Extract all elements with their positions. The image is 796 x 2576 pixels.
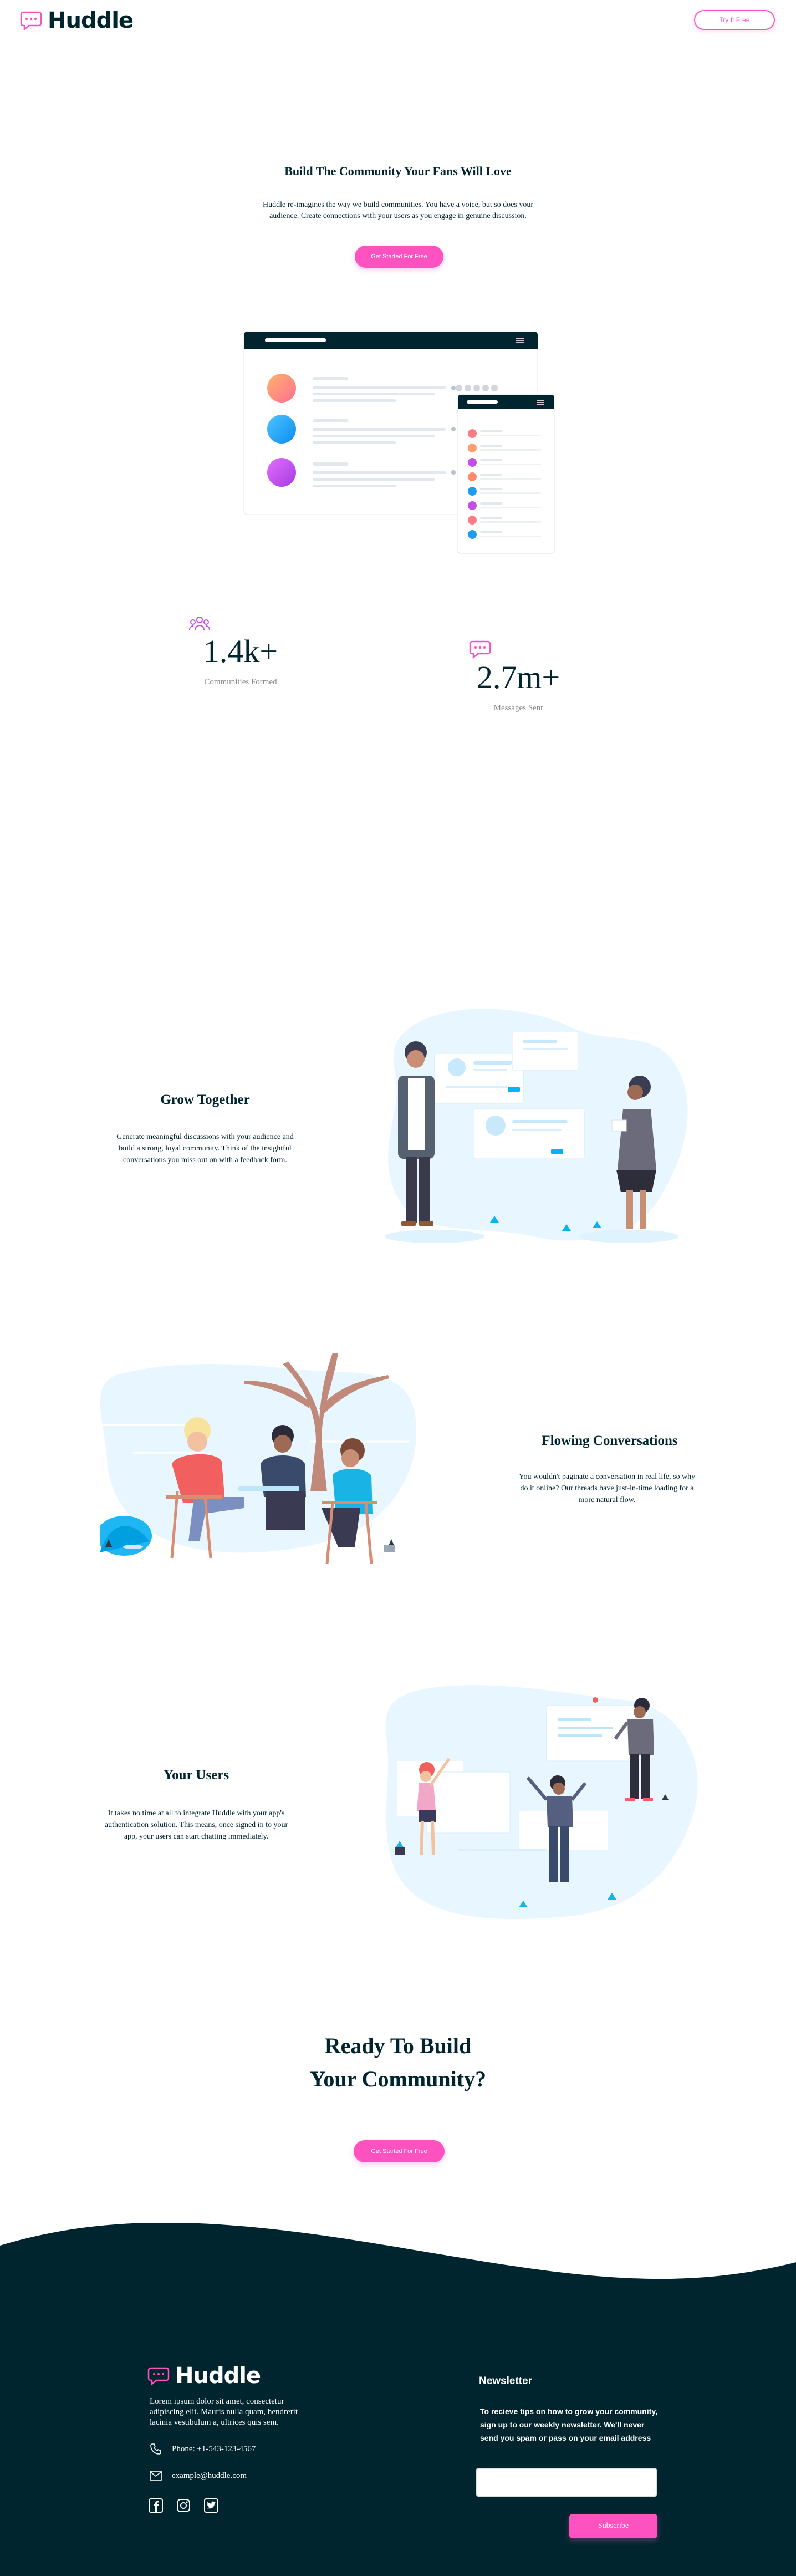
social-links	[149, 2498, 218, 2513]
hero-title: Build The Community Your Fans Will Love	[284, 164, 512, 178]
grow-together-illustration	[385, 1009, 688, 1243]
footer-logo[interactable]: Huddle	[147, 2363, 261, 2389]
flowing-conversations-illustration	[100, 1353, 417, 1564]
newsletter-email-input[interactable]	[476, 2468, 657, 2497]
stat-value: 1.4k+	[203, 633, 278, 669]
communities-icon	[189, 617, 210, 630]
phone-icon	[150, 2443, 161, 2455]
cta-title: Ready To Build Your Community?	[0, 2029, 796, 2096]
footer-email: example@huddle.com	[150, 2471, 247, 2481]
hero-get-started-button[interactable]: Get Started For Free	[355, 246, 443, 268]
feature-title: Grow Together	[160, 1092, 250, 1107]
logo[interactable]: Huddle	[20, 8, 134, 33]
logo-text: Huddle	[48, 8, 134, 33]
footer-background	[0, 2223, 796, 2576]
cta-title-line2: Your Community?	[309, 2066, 487, 2091]
cta-get-started-button[interactable]: Get Started For Free	[354, 2140, 445, 2162]
footer-logo-text: Huddle	[175, 2363, 261, 2389]
subscribe-button[interactable]: Subscribe	[569, 2514, 657, 2538]
footer-phone: Phone: +1-543-123-4567	[150, 2443, 256, 2455]
newsletter-text: To recieve tips on how to grow your comm…	[480, 2407, 657, 2442]
email-icon	[150, 2471, 162, 2481]
footer-phone-text: Phone: +1-543-123-4567	[172, 2444, 256, 2453]
stat-value: 2.7m+	[476, 659, 560, 695]
feature-description: You wouldn't paginate a conversation in …	[518, 1473, 696, 1504]
stat-label: Communities Formed	[204, 678, 277, 686]
hero-description: Huddle re-imagines the way we build comm…	[263, 201, 533, 220]
cta-title-line1: Ready To Build	[324, 2033, 472, 2058]
stat-communities: 1.4k+ Communities Formed	[183, 635, 298, 687]
instagram-icon[interactable]	[176, 2498, 191, 2513]
feature-description: It takes no time at all to integrate Hud…	[104, 1809, 288, 1841]
stat-messages: 2.7m+ Messages Sent	[460, 661, 576, 713]
feature-description: Generate meaningful discussions with you…	[116, 1133, 294, 1164]
messages-icon	[469, 640, 491, 659]
feature-title: Flowing Conversations	[542, 1433, 678, 1448]
your-users-illustration	[386, 1685, 698, 1920]
footer-email-text[interactable]: example@huddle.com	[172, 2471, 247, 2481]
app-mockup-illustration	[243, 331, 555, 554]
stat-label: Messages Sent	[493, 704, 543, 712]
feature-title: Your Users	[163, 1768, 229, 1783]
footer-about-text: Lorem ipsum dolor sit amet, consectetur …	[150, 2397, 298, 2427]
chat-logo-icon	[147, 2367, 170, 2385]
facebook-icon[interactable]	[149, 2498, 163, 2513]
chat-logo-icon	[20, 11, 42, 30]
try-it-free-button[interactable]: Try It Free	[694, 10, 775, 30]
newsletter-title: Newsletter	[479, 2375, 533, 2387]
site-header: Huddle Try It Free	[0, 0, 796, 44]
twitter-icon[interactable]	[204, 2498, 218, 2513]
